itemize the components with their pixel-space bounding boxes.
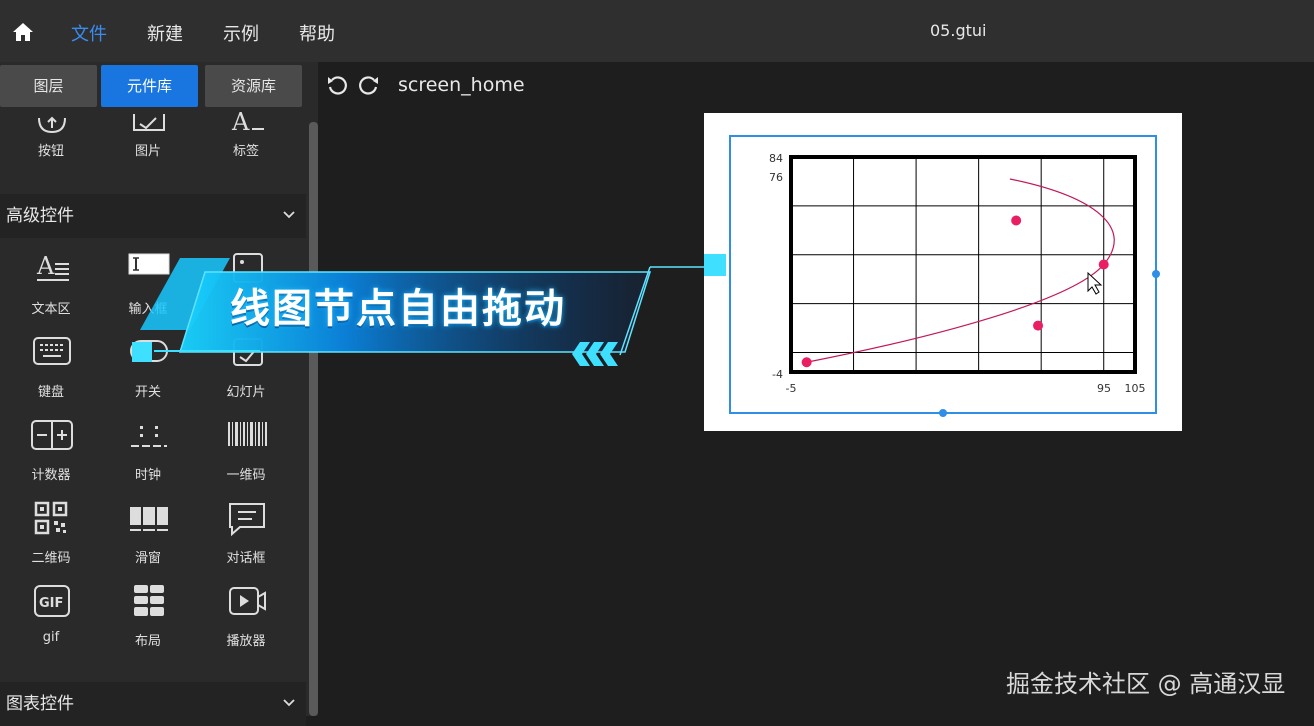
banner-title: 线图节点自由拖动 [230, 286, 566, 332]
undo-icon[interactable] [326, 74, 348, 96]
selection-box[interactable] [729, 135, 1157, 414]
tab-resources[interactable]: 资源库 [205, 65, 302, 107]
section-charts[interactable]: 图表控件 [0, 682, 306, 726]
section-advanced[interactable]: 高级控件 [0, 194, 306, 238]
dialog-icon [229, 503, 265, 537]
component-clock[interactable]: 时钟 [102, 418, 194, 494]
component-layout[interactable]: 布局 [102, 584, 194, 660]
resize-handle-right[interactable] [1152, 270, 1160, 278]
component-button[interactable]: 按钮 [5, 106, 97, 182]
file-name: 05.gtui [930, 21, 987, 40]
barcode-icon [228, 422, 267, 446]
component-dialog[interactable]: 对话框 [200, 501, 292, 577]
component-textarea[interactable]: A 文本区 [5, 252, 97, 328]
watermark: 掘金技术社区 @ 高通汉显 [1006, 670, 1286, 698]
menu-help[interactable]: 帮助 [299, 20, 335, 46]
component-qrcode[interactable]: 二维码 [5, 501, 97, 577]
textarea-icon: A [36, 252, 69, 281]
home-icon[interactable] [12, 22, 34, 42]
tab-layers[interactable]: 图层 [0, 65, 97, 107]
chevron-down-icon[interactable] [282, 208, 296, 222]
redo-icon[interactable] [358, 74, 380, 96]
tab-components[interactable]: 元件库 [101, 65, 198, 107]
clock-icon [131, 426, 167, 447]
menu-file[interactable]: 文件 [71, 20, 107, 46]
component-gif[interactable]: GIF gif [5, 584, 97, 660]
gif-icon: GIF [34, 585, 70, 617]
slider-window-icon [130, 507, 168, 531]
qrcode-icon [34, 501, 68, 535]
component-barcode[interactable]: 一维码 [200, 418, 292, 494]
svg-text:A: A [231, 110, 250, 136]
menu-examples[interactable]: 示例 [223, 20, 259, 46]
component-label[interactable]: A 标签 [200, 106, 292, 182]
svg-text:GIF: GIF [39, 596, 63, 611]
panel-scrollbar[interactable] [309, 122, 318, 716]
player-icon [229, 587, 266, 615]
layout-icon [134, 585, 164, 616]
top-bar: 文件 新建 示例 帮助 05.gtui [0, 0, 1314, 62]
component-player[interactable]: 播放器 [200, 584, 292, 660]
svg-text:A: A [36, 252, 55, 280]
component-image[interactable]: 图片 [102, 106, 194, 182]
chevron-down-icon[interactable] [282, 696, 296, 710]
left-panel: 图层 元件库 资源库 按钮 图片 A 标签 高级控件 A 文本区 输入框 键盘 … [0, 62, 318, 726]
menu-new[interactable]: 新建 [147, 20, 183, 46]
counter-icon [31, 420, 73, 450]
keyboard-icon [33, 337, 71, 365]
component-keyboard[interactable]: 键盘 [5, 335, 97, 411]
component-slider-window[interactable]: 滑窗 [102, 501, 194, 577]
resize-handle-bottom[interactable] [939, 409, 947, 417]
component-counter[interactable]: 计数器 [5, 418, 97, 494]
screen-name: screen_home [398, 74, 525, 96]
